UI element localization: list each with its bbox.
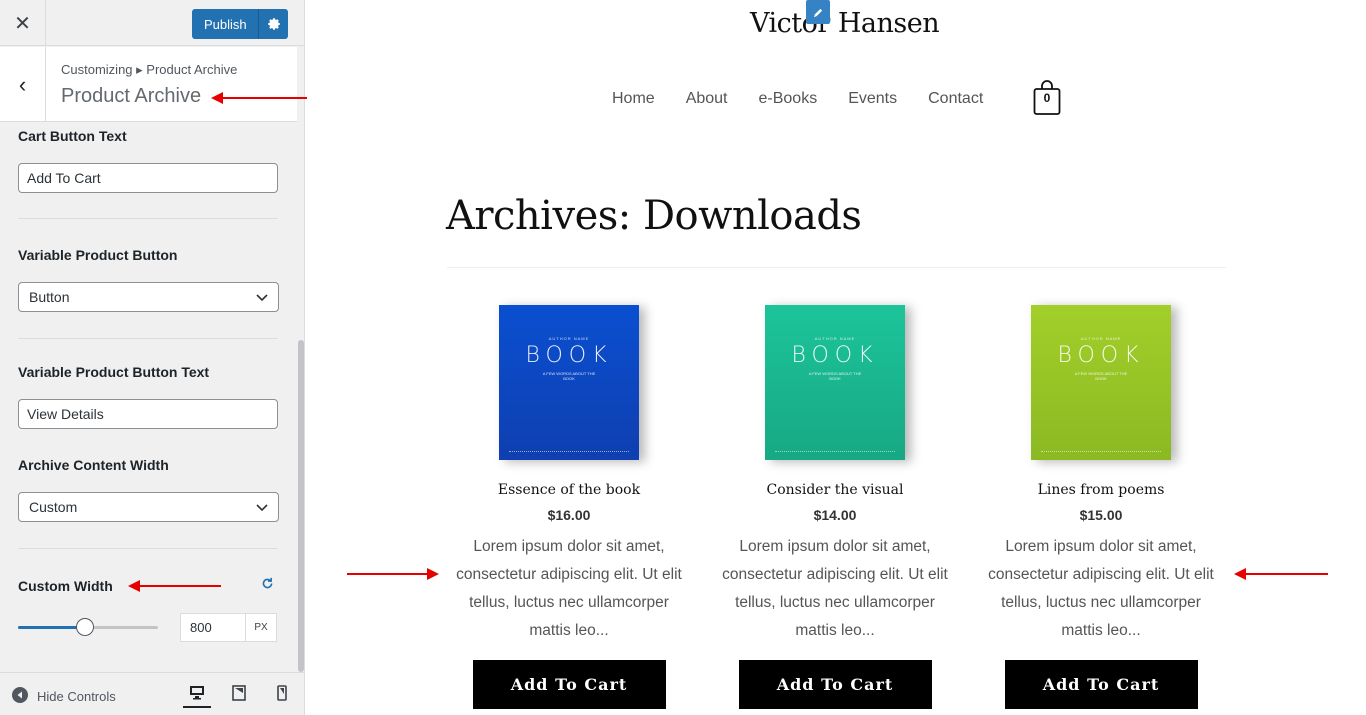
nav-item-ebooks[interactable]: e-Books [759,90,818,108]
section-header: ‹ Customizing ▸ Product Archive Product … [0,47,297,122]
cart-count: 0 [1043,91,1051,105]
site-preview: Victor Hansen Home About e-Books Events … [305,0,1366,715]
reset-icon[interactable] [258,574,276,592]
nav-item-about[interactable]: About [686,90,728,108]
divider [18,338,278,339]
nav-item-events[interactable]: Events [848,90,897,108]
desktop-preview-button[interactable] [183,682,211,708]
archive-title: Archives: Downloads [446,193,862,239]
add-to-cart-button[interactable]: Add To Cart [472,660,666,709]
customizer-sidebar: ✕ Publish ‹ Customizing ▸ Product Archiv… [0,0,305,715]
breadcrumb: Customizing ▸ Product Archive [61,62,238,77]
nav-item-contact[interactable]: Contact [928,90,983,108]
close-customizer-button[interactable]: ✕ [0,0,46,46]
back-button[interactable]: ‹ [0,47,46,122]
close-icon: ✕ [14,12,31,35]
desktop-icon [189,684,205,705]
collapse-arrow-icon [12,687,28,706]
chevron-left-icon: ‹ [18,71,27,97]
annotation-arrow [211,92,307,104]
hide-controls-label: Hide Controls [37,689,116,704]
product-name[interactable]: Lines from poems [985,482,1217,498]
cart-icon[interactable]: 0 [1033,80,1061,116]
tablet-preview-button[interactable] [225,682,253,708]
publish-label: Publish [204,16,247,32]
variable-product-button-text-input[interactable] [18,399,278,429]
publish-button[interactable]: Publish [192,9,288,39]
product-name[interactable]: Essence of the book [453,482,685,498]
divider [447,267,1226,268]
product-card: AUTHOR NAME BOOK A FEW WORDS ABOUT THE B… [985,305,1217,709]
unit-label: PX [245,613,277,642]
tablet-icon [232,684,246,706]
mobile-preview-button[interactable] [268,682,296,708]
nav-item-home[interactable]: Home [612,90,655,108]
book-cover-image[interactable]: AUTHOR NAME BOOK A FEW WORDS ABOUT THE B… [765,305,905,460]
archive-content-width-value: Custom [29,499,78,515]
slider-thumb[interactable] [76,618,95,636]
customizer-header: ✕ Publish [0,0,304,46]
product-price: $16.00 [547,507,591,523]
product-card: AUTHOR NAME BOOK A FEW WORDS ABOUT THE B… [453,305,685,709]
product-description: Lorem ipsum dolor sit amet, consectetur … [722,538,948,639]
slider-fill [18,626,86,629]
scrollbar[interactable] [298,340,304,672]
variable-product-button-text-label: Variable Product Button Text [18,364,210,380]
main-navigation: Home About e-Books Events Contact [612,90,983,108]
mobile-icon [277,684,287,706]
archive-content-width-label: Archive Content Width [18,457,169,473]
variable-product-button-value: Button [29,289,70,305]
book-cover-image[interactable]: AUTHOR NAME BOOK A FEW WORDS ABOUT THE B… [499,305,639,460]
edit-pencil-icon[interactable] [806,0,830,24]
variable-product-button-select[interactable]: Button [18,282,279,312]
annotation-arrow [128,580,221,592]
product-price: $15.00 [1079,507,1123,523]
chevron-down-icon [256,289,268,305]
cart-button-text-input[interactable] [18,163,278,193]
customizer-footer: Hide Controls [0,672,304,715]
archive-content-width-select[interactable]: Custom [18,492,279,522]
hide-controls-button[interactable]: Hide Controls [12,687,116,706]
section-title: Product Archive [61,85,202,107]
product-name[interactable]: Consider the visual [719,482,951,498]
divider [18,218,278,219]
book-cover-image[interactable]: AUTHOR NAME BOOK A FEW WORDS ABOUT THE B… [1031,305,1171,460]
custom-width-label: Custom Width [18,578,113,594]
cart-button-text-label: Cart Button Text [18,128,127,144]
annotation-arrow [1234,568,1328,580]
chevron-down-icon [256,499,268,515]
product-description: Lorem ipsum dolor sit amet, consectetur … [456,538,682,639]
gear-icon[interactable] [259,17,288,31]
annotation-arrow [347,568,439,580]
custom-width-slider[interactable] [18,618,158,636]
custom-width-input[interactable] [180,613,246,642]
product-price: $14.00 [813,507,857,523]
controls-panel: Cart Button Text Variable Product Button… [0,122,297,672]
variable-product-button-label: Variable Product Button [18,247,178,263]
product-description: Lorem ipsum dolor sit amet, consectetur … [988,538,1214,639]
divider [18,548,278,549]
add-to-cart-button[interactable]: Add To Cart [738,660,932,709]
site-title[interactable]: Victor Hansen [750,8,940,39]
add-to-cart-button[interactable]: Add To Cart [1004,660,1198,709]
product-card: AUTHOR NAME BOOK A FEW WORDS ABOUT THE B… [719,305,951,709]
